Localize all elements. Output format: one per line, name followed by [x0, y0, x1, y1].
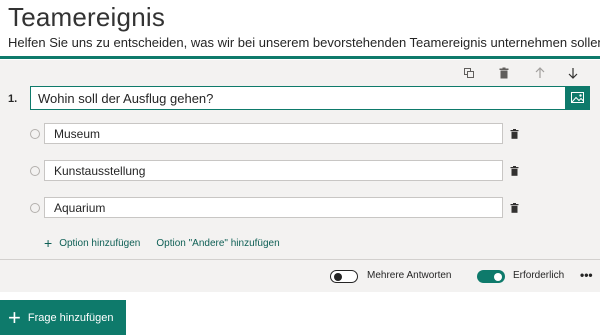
arrow-down-icon [568, 68, 578, 79]
required-label: Erforderlich [513, 270, 565, 281]
add-option-row: + Option hinzufügen Option "Andere" hinz… [44, 236, 280, 250]
required-toggle[interactable] [477, 270, 505, 283]
insert-media-button[interactable] [565, 86, 590, 110]
add-question-label: Frage hinzufügen [27, 311, 114, 324]
option-row [0, 160, 600, 182]
copy-question-button[interactable] [459, 63, 479, 83]
multiple-answers-label: Mehrere Antworten [367, 270, 452, 281]
delete-question-button[interactable] [494, 63, 514, 83]
trash-icon [510, 203, 518, 213]
move-down-button[interactable] [563, 63, 583, 83]
form-description[interactable]: Helfen Sie uns zu entscheiden, was wir b… [8, 35, 600, 50]
form-title[interactable]: Teamereignis [8, 2, 165, 33]
add-question-button[interactable]: + Frage hinzufügen [0, 300, 126, 335]
option-row [0, 123, 600, 145]
trash-icon [510, 129, 518, 139]
delete-option-button[interactable] [508, 202, 520, 214]
insert-image-icon [570, 92, 584, 103]
multiple-answers-toggle[interactable] [330, 270, 358, 283]
question-toolbar [460, 60, 600, 86]
add-other-option-link[interactable]: Option "Andere" hinzufügen [156, 238, 279, 249]
title-accent-line [0, 56, 600, 59]
toggle-knob [334, 273, 342, 281]
copy-icon [464, 68, 474, 78]
option-input[interactable] [44, 160, 503, 181]
arrow-up-icon [535, 67, 545, 78]
radio-icon [30, 129, 40, 139]
trash-icon [499, 67, 509, 79]
question-number: 1. [8, 93, 18, 105]
option-input[interactable] [44, 123, 503, 144]
trash-icon [510, 166, 518, 176]
delete-option-button[interactable] [508, 128, 520, 140]
radio-icon [30, 166, 40, 176]
move-up-button[interactable] [530, 63, 550, 83]
toggle-knob [494, 272, 502, 281]
plus-icon: + [8, 304, 21, 330]
question-text-input[interactable] [30, 86, 566, 110]
option-input[interactable] [44, 197, 503, 218]
more-icon[interactable]: ••• [580, 268, 593, 282]
delete-option-button[interactable] [508, 165, 520, 177]
add-option-link[interactable]: Option hinzufügen [59, 238, 140, 249]
radio-icon [30, 203, 40, 213]
option-row [0, 197, 600, 219]
question-card[interactable]: 1. Wohin soll der Ausflug gehen? Museum … [0, 60, 600, 292]
plus-icon[interactable]: + [44, 236, 52, 250]
question-footer: Mehrere Antworten Erforderlich ••• [0, 260, 600, 292]
